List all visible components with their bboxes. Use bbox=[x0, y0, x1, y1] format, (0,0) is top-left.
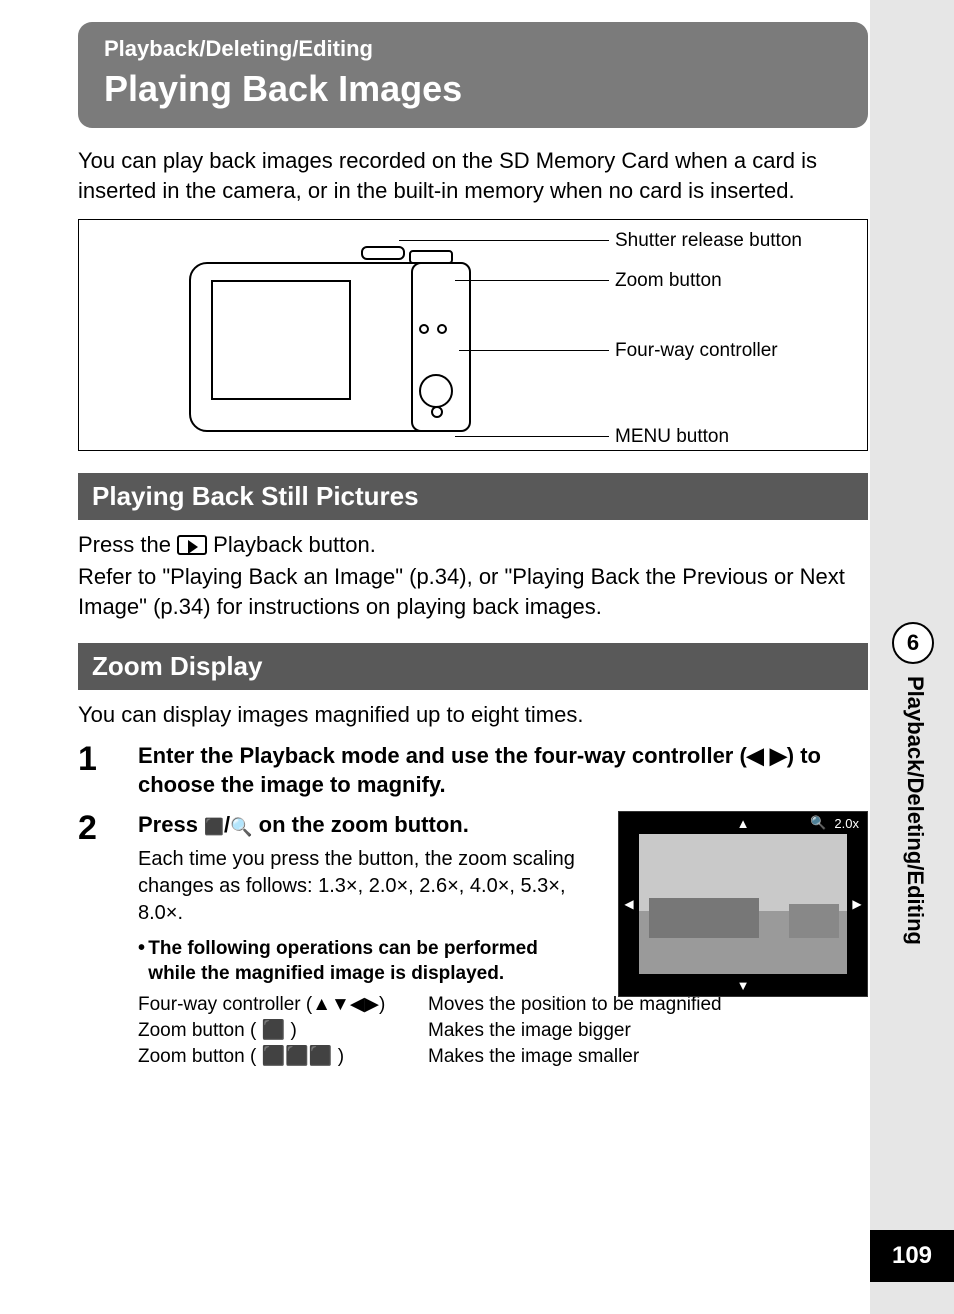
preview-top-bar: ▲ 🔍 2.0x bbox=[619, 812, 867, 834]
intro-paragraph: You can play back images recorded on the… bbox=[78, 146, 868, 205]
zoom-preview-illustration: ▲ 🔍 2.0x ◀ ▶ ▼ bbox=[618, 811, 868, 997]
label-leader-line bbox=[455, 436, 609, 437]
step2-title: Press ⬛/🔍 on the zoom button. bbox=[138, 811, 578, 840]
left-arrow-icon: ◀ bbox=[619, 834, 639, 974]
up-arrow-icon: ▲ bbox=[737, 816, 750, 831]
label-shutter: Shutter release button bbox=[615, 230, 802, 252]
op-control: Zoom button ( ⬛⬛⬛ ) bbox=[138, 1044, 428, 1070]
bullet: • The following operations can be perfor… bbox=[138, 937, 578, 986]
camera-dpad-shape bbox=[419, 374, 453, 408]
camera-illustration bbox=[189, 236, 469, 436]
step-number: 1 bbox=[78, 742, 138, 799]
camera-body-shape bbox=[189, 262, 449, 432]
op-result: Makes the image bigger bbox=[428, 1018, 868, 1044]
page-number: 109 bbox=[870, 1230, 954, 1282]
op-result: Makes the image smaller bbox=[428, 1044, 868, 1070]
magnifier-icon: 🔍 bbox=[810, 815, 826, 831]
step-2: 2 Press ⬛/🔍 on the zoom button. Each tim… bbox=[78, 811, 868, 1069]
camera-small-btn bbox=[419, 324, 429, 334]
label-leader-line bbox=[455, 280, 609, 281]
text-part: Playback button. bbox=[213, 532, 376, 557]
down-arrow-icon: ▼ bbox=[619, 974, 867, 996]
op-control: Four-way controller (▲▼◀▶) bbox=[138, 992, 428, 1018]
camera-menu-btn-shape bbox=[431, 406, 443, 418]
text-part: Press the bbox=[78, 532, 177, 557]
camera-screen-shape bbox=[211, 280, 351, 400]
section1-line1: Press the Playback button. bbox=[78, 530, 868, 560]
camera-diagram: Shutter release button Zoom button Four-… bbox=[78, 219, 868, 451]
op-row: Zoom button ( ⬛⬛⬛ ) Makes the image smal… bbox=[138, 1044, 868, 1070]
page-header: Playback/Deleting/Editing Playing Back I… bbox=[78, 22, 868, 128]
photo-building-shape bbox=[649, 898, 759, 938]
step1-title: Enter the Playback mode and use the four… bbox=[138, 742, 868, 799]
step-number: 2 bbox=[78, 811, 138, 1069]
op-row: Zoom button ( ⬛ ) Makes the image bigger bbox=[138, 1018, 868, 1044]
operations-list: Four-way controller (▲▼◀▶) Moves the pos… bbox=[138, 992, 868, 1069]
label-zoom: Zoom button bbox=[615, 270, 722, 292]
tele-tree-icon: ⬛ bbox=[204, 819, 224, 836]
chapter-side-label: Playback/Deleting/Editing bbox=[902, 676, 928, 945]
bullet-dot: • bbox=[138, 937, 148, 986]
playback-icon bbox=[177, 535, 207, 555]
camera-grip-shape bbox=[411, 262, 471, 432]
section-heading-zoom-display: Zoom Display bbox=[78, 643, 868, 690]
section-breadcrumb: Playback/Deleting/Editing bbox=[104, 36, 842, 62]
camera-shutter-shape bbox=[361, 246, 405, 260]
zoom-factor-label: 2.0x bbox=[834, 816, 859, 831]
page-title: Playing Back Images bbox=[104, 68, 842, 110]
bullet-text: The following operations can be performe… bbox=[148, 937, 578, 986]
text-part: Press bbox=[138, 812, 204, 837]
section2-intro: You can display images magnified up to e… bbox=[78, 700, 868, 730]
label-menu: MENU button bbox=[615, 426, 729, 448]
photo-building-shape bbox=[789, 904, 839, 938]
label-leader-line bbox=[459, 350, 609, 351]
step-1: 1 Enter the Playback mode and use the fo… bbox=[78, 742, 868, 799]
content-area: Playback/Deleting/Editing Playing Back I… bbox=[78, 22, 868, 1069]
preview-photo bbox=[639, 834, 847, 974]
chapter-number-badge: 6 bbox=[892, 622, 934, 664]
right-arrow-icon: ▶ bbox=[847, 834, 867, 974]
camera-small-btn bbox=[437, 324, 447, 334]
label-fourway: Four-way controller bbox=[615, 340, 778, 362]
label-leader-line bbox=[399, 240, 609, 241]
step2-body: Each time you press the button, the zoom… bbox=[138, 846, 578, 927]
section-heading-still-pictures: Playing Back Still Pictures bbox=[78, 473, 868, 520]
magnifier-icon: 🔍 bbox=[230, 817, 252, 837]
manual-page: Playback/Deleting/Editing Playing Back I… bbox=[0, 0, 954, 1314]
op-control: Zoom button ( ⬛ ) bbox=[138, 1018, 428, 1044]
text-part: on the zoom button. bbox=[259, 812, 469, 837]
section1-line2: Refer to "Playing Back an Image" (p.34),… bbox=[78, 562, 868, 621]
